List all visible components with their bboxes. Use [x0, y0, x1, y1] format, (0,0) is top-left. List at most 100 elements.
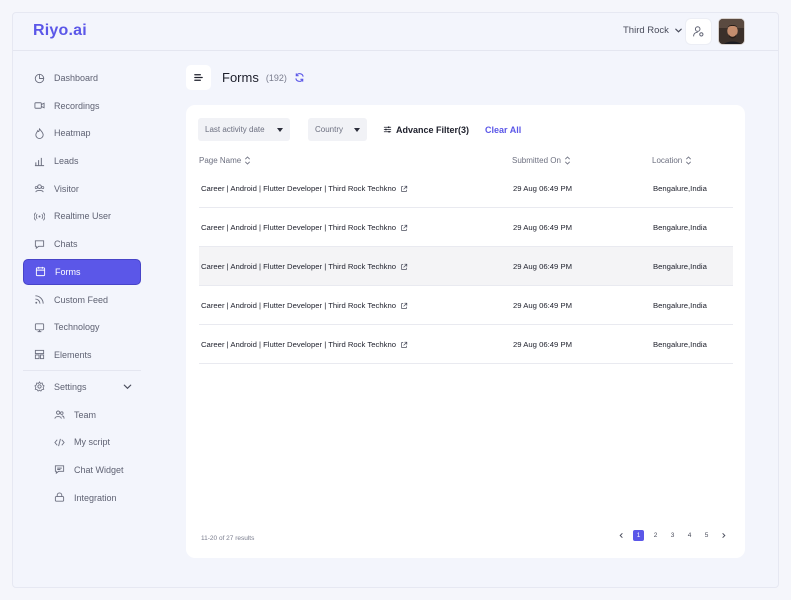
gear-icon: [34, 381, 45, 393]
sidebar-item-recordings[interactable]: Recordings: [23, 93, 141, 119]
video-camera-icon: [34, 102, 45, 109]
sidebar-item-visitor[interactable]: Visitor: [23, 176, 141, 202]
sidebar-item-realtime-user[interactable]: Realtime User: [23, 203, 141, 229]
chevron-right-icon: [722, 532, 726, 539]
prev-page-button[interactable]: [616, 530, 627, 541]
chevron-down-icon[interactable]: [122, 381, 133, 392]
sidebar-item-chats[interactable]: Chats: [23, 231, 141, 257]
page-button-3[interactable]: 3: [667, 530, 678, 541]
forms-count: (192): [265, 72, 287, 83]
sidebar-item-label: Custom Feed: [54, 294, 109, 305]
location-cell: Bengalure,India: [653, 184, 707, 193]
clear-all-link[interactable]: Clear All: [485, 125, 521, 135]
sidebar-item-heatmap[interactable]: Heatmap: [23, 120, 141, 146]
page-button-1[interactable]: 1: [633, 530, 644, 541]
menu-icon: [194, 74, 203, 81]
user-avatar-image: [719, 19, 744, 44]
column-label: Submitted On: [512, 156, 561, 165]
chat-bubble-icon: [34, 240, 45, 249]
sort-icon: [686, 156, 692, 165]
layout-grid-icon: [34, 350, 45, 360]
sidebar-item-custom-feed[interactable]: Custom Feed: [23, 287, 141, 313]
location-cell: Bengalure,India: [653, 301, 707, 310]
page-title: Forms: [222, 70, 259, 85]
table-row[interactable]: Career | Android | Flutter Developer | T…: [199, 325, 733, 364]
sidebar-item-elements[interactable]: Elements: [23, 342, 141, 368]
sidebar-item-label: Elements: [54, 349, 92, 360]
column-header-page-name[interactable]: Page Name: [199, 156, 251, 165]
page-name-text: Career | Android | Flutter Developer | T…: [201, 184, 396, 193]
broadcast-icon: [34, 212, 45, 221]
org-switcher[interactable]: Third Rock: [623, 25, 683, 36]
select-value: Country: [315, 125, 344, 134]
top-bar: Riyo.ai Third Rock: [13, 13, 778, 51]
caret-down-icon: [277, 127, 283, 132]
sidebar-item-label: Chat Widget: [74, 464, 124, 475]
table-row[interactable]: Career | Android | Flutter Developer | T…: [199, 169, 733, 208]
page-button-2[interactable]: 2: [650, 530, 661, 541]
chevron-left-icon: [619, 532, 623, 539]
page-button-5[interactable]: 5: [701, 530, 712, 541]
sidebar-item-label: Settings: [54, 381, 87, 392]
refresh-icon[interactable]: [294, 72, 305, 83]
sidebar-item-label: Team: [74, 409, 97, 420]
column-header-submitted-on[interactable]: Submitted On: [512, 156, 571, 165]
team-icon: [54, 410, 65, 419]
external-link-icon[interactable]: [400, 185, 408, 193]
advance-filter-label: Advance Filter(3): [396, 124, 470, 135]
pagination: 1 2 3 4 5: [616, 530, 729, 541]
page-name-text: Career | Android | Flutter Developer | T…: [201, 223, 396, 232]
page-name-cell[interactable]: Career | Android | Flutter Developer | T…: [201, 247, 408, 286]
sidebar-item-settings[interactable]: Settings: [23, 374, 141, 400]
rss-feed-icon: [35, 295, 44, 304]
sidebar-subitem-chat-widget[interactable]: Chat Widget: [23, 457, 141, 483]
avatar[interactable]: [718, 18, 745, 45]
external-link-icon[interactable]: [400, 224, 408, 232]
page-name-cell[interactable]: Career | Android | Flutter Developer | T…: [201, 286, 408, 325]
submitted-on-cell: 29 Aug 06:49 PM: [513, 301, 572, 310]
sidebar-item-label: Heatmap: [54, 128, 91, 139]
submitted-on-cell: 29 Aug 06:49 PM: [513, 340, 572, 349]
page-name-text: Career | Android | Flutter Developer | T…: [201, 340, 396, 349]
app-window: Riyo.ai Third Rock Dashboard Recordings …: [12, 12, 779, 588]
table-row[interactable]: Career | Android | Flutter Developer | T…: [199, 247, 733, 286]
page-name-cell[interactable]: Career | Android | Flutter Developer | T…: [201, 208, 408, 247]
submitted-on-cell: 29 Aug 06:49 PM: [513, 262, 572, 271]
sidebar-item-label: Technology: [54, 322, 100, 333]
sidebar-item-technology[interactable]: Technology: [23, 314, 141, 340]
sidebar-subitem-integration[interactable]: Integration: [23, 485, 141, 511]
page-name-cell[interactable]: Career | Android | Flutter Developer | T…: [201, 169, 408, 208]
last-activity-date-select[interactable]: Last activity date: [198, 118, 290, 141]
sidebar-item-label: Chats: [54, 239, 78, 250]
pie-chart-icon: [34, 73, 45, 83]
menu-toggle-button[interactable]: [186, 65, 211, 90]
external-link-icon[interactable]: [400, 341, 408, 349]
calendar-form-icon: [35, 267, 46, 277]
sidebar-item-dashboard[interactable]: Dashboard: [23, 65, 141, 91]
table-row[interactable]: Career | Android | Flutter Developer | T…: [199, 286, 733, 325]
sidebar-subitem-my-script[interactable]: My script: [23, 429, 141, 455]
page-button-4[interactable]: 4: [684, 530, 695, 541]
next-page-button[interactable]: [718, 530, 729, 541]
sidebar-subitem-team[interactable]: Team: [23, 402, 141, 428]
chat-widget-icon: [54, 465, 65, 475]
advance-filter-button[interactable]: Advance Filter(3): [383, 125, 469, 135]
sidebar-item-label: Recordings: [54, 100, 100, 111]
sidebar-item-forms[interactable]: Forms: [23, 258, 141, 285]
table-row[interactable]: Career | Android | Flutter Developer | T…: [199, 208, 733, 247]
sidebar-item-label: Integration: [74, 492, 117, 503]
user-settings-button[interactable]: [685, 18, 712, 45]
app-logo[interactable]: Riyo.ai: [33, 22, 87, 40]
sidebar-item-label: Realtime User: [54, 211, 112, 222]
page-name-cell[interactable]: Career | Android | Flutter Developer | T…: [201, 325, 408, 364]
forms-card: Last activity date Country Advance Filte…: [186, 105, 745, 558]
sidebar-item-label: Leads: [54, 156, 79, 167]
external-link-icon[interactable]: [400, 263, 408, 271]
external-link-icon[interactable]: [400, 302, 408, 310]
users-icon: [34, 184, 45, 193]
sidebar-item-leads[interactable]: Leads: [23, 148, 141, 174]
flame-icon: [35, 127, 44, 139]
sliders-icon: [383, 126, 392, 133]
column-header-location[interactable]: Location: [652, 156, 692, 165]
country-select[interactable]: Country: [308, 118, 367, 141]
